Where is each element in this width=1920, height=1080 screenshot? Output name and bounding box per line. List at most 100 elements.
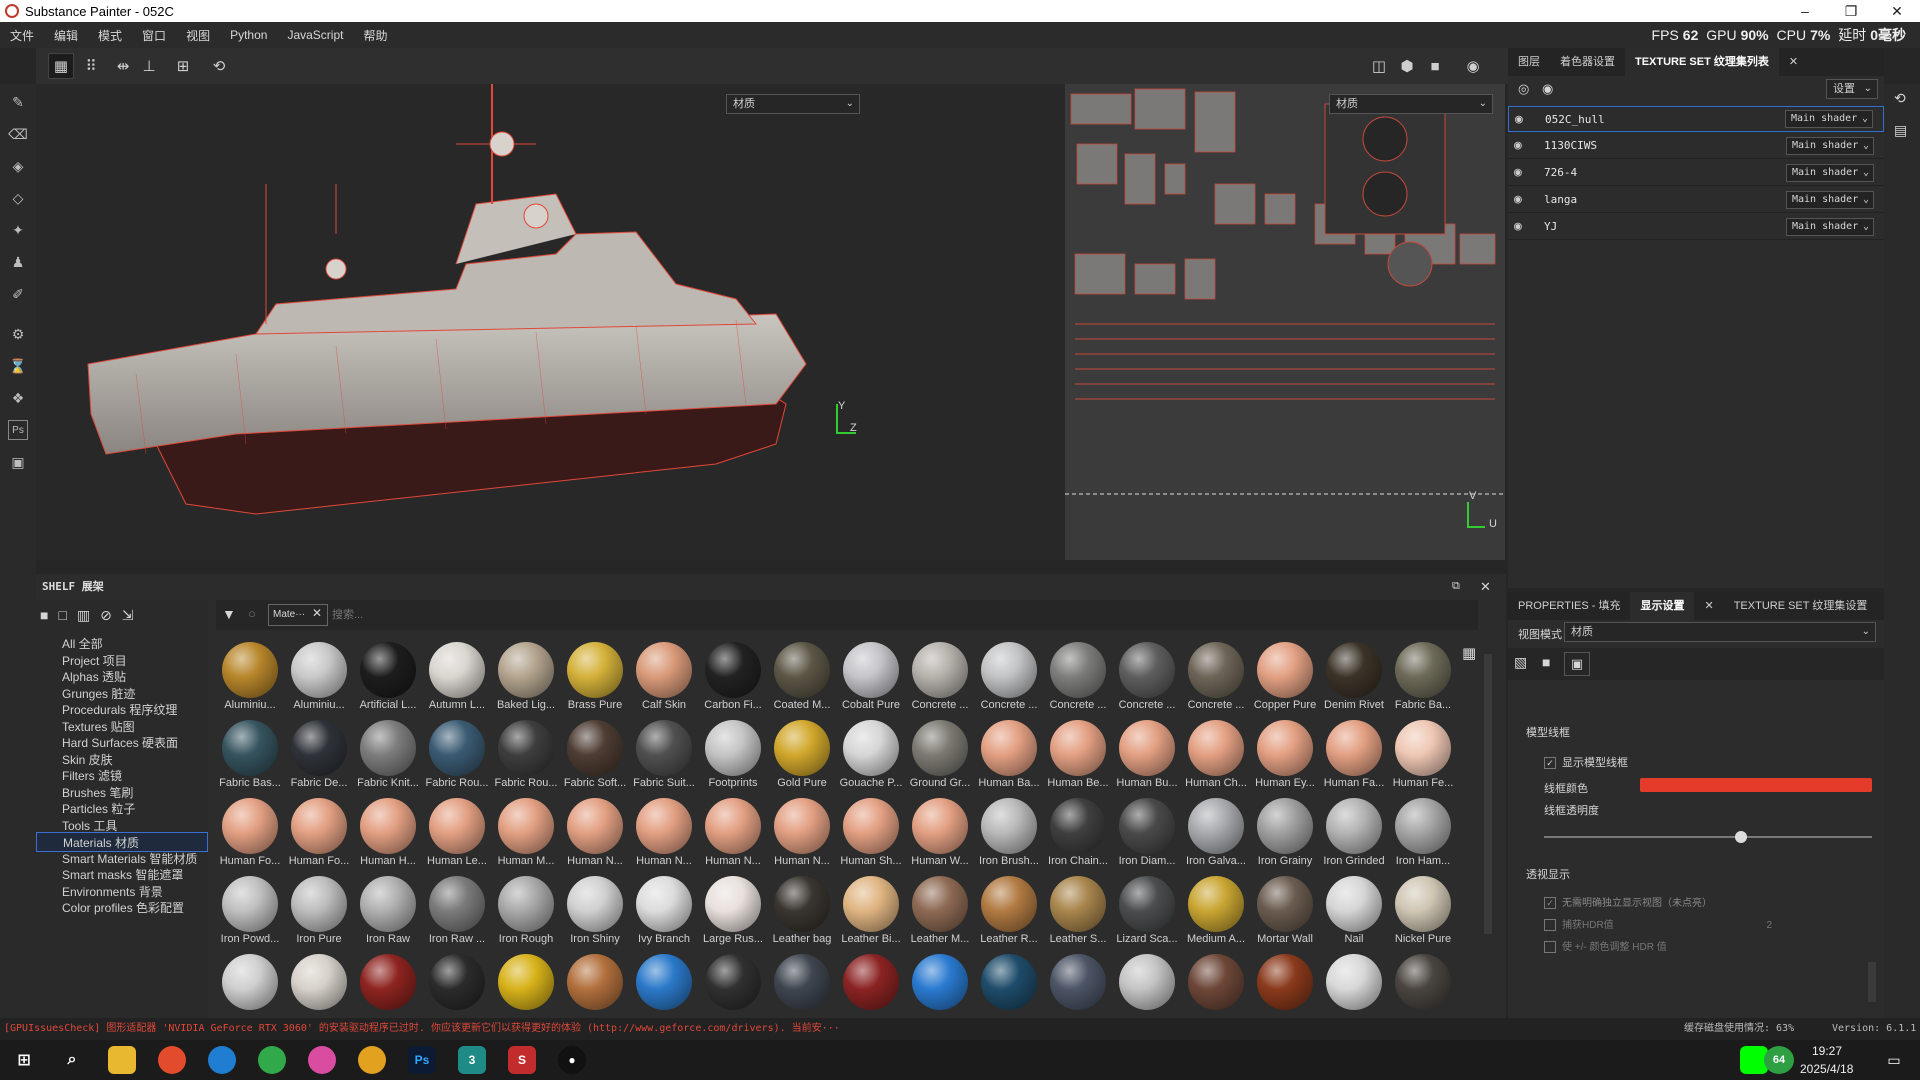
material-thumbnail[interactable]: Leather M...	[906, 876, 974, 954]
material-thumbnail[interactable]: Aluminiu...	[285, 642, 353, 720]
material-thumbnail[interactable]: Ivy Branch	[630, 876, 698, 954]
material-thumbnail[interactable]: Fabric Suit...	[630, 720, 698, 798]
material-thumbnail[interactable]: Fabric Ba...	[1389, 642, 1457, 720]
material-thumbnail[interactable]: Leather S...	[1044, 876, 1112, 954]
material-thumbnail[interactable]: Iron Ham...	[1389, 798, 1457, 876]
material-thumbnail[interactable]: Human W...	[906, 798, 974, 876]
material-thumbnail[interactable]: Human H...	[354, 798, 422, 876]
material-thumbnail[interactable]	[1044, 954, 1112, 1018]
visibility-eye-icon[interactable]: ◉	[1515, 112, 1537, 127]
clone-icon[interactable]: ♟	[8, 252, 28, 272]
visibility-eye-icon[interactable]: ◉	[1514, 138, 1536, 153]
shader-dropdown[interactable]: Main shader ⌄	[1786, 163, 1874, 182]
show-wireframe-checkbox[interactable]: ✓ 显示模型线框	[1544, 754, 1628, 770]
tab-display-settings[interactable]: 显示设置	[1630, 592, 1695, 620]
material-thumbnail[interactable]: Concrete ...	[1182, 642, 1250, 720]
archive-icon[interactable]: ▥	[77, 607, 90, 624]
slider-handle[interactable]	[1734, 831, 1747, 843]
material-thumbnail[interactable]: Gold Pure	[768, 720, 836, 798]
material-thumbnail[interactable]: Ground Gr...	[906, 720, 974, 798]
windows-start-icon[interactable]: ⊞	[10, 1046, 38, 1074]
tab-texture-set-settings[interactable]: TEXTURE SET 纹理集设置	[1724, 592, 1878, 620]
qq-icon[interactable]: ●	[558, 1046, 586, 1074]
show-all-icon[interactable]: ◉	[1542, 81, 1553, 97]
material-thumbnail[interactable]	[285, 954, 353, 1018]
material-thumbnail[interactable]: Mortar Wall	[1251, 876, 1319, 954]
material-thumbnail[interactable]: Nickel Pure	[1389, 876, 1457, 954]
material-thumbnail[interactable]: Footprints	[699, 720, 767, 798]
tab-texture-set-list[interactable]: TEXTURE SET 纹理集列表	[1625, 48, 1779, 76]
material-thumbnail[interactable]	[1389, 954, 1457, 1018]
material-thumbnail[interactable]: Iron Galva...	[1182, 798, 1250, 876]
material-thumbnail[interactable]: Aluminiu...	[216, 642, 284, 720]
close-tab-icon[interactable]: ✕	[1694, 592, 1723, 620]
hide-all-icon[interactable]: ◎	[1518, 81, 1529, 97]
frame-icon[interactable]: ▣	[1564, 652, 1590, 676]
filter-icon[interactable]: ▼	[222, 606, 236, 622]
menu-python[interactable]: Python	[220, 28, 277, 42]
material-thumbnail[interactable]: Human N...	[561, 798, 629, 876]
menu-window[interactable]: 窗口	[132, 27, 176, 44]
material-thumbnail[interactable]: Medium A...	[1182, 876, 1250, 954]
material-thumbnail[interactable]: Cobalt Pure	[837, 642, 905, 720]
material-thumbnail[interactable]: Iron Grainy	[1251, 798, 1319, 876]
menu-view[interactable]: 视图	[176, 27, 220, 44]
material-thumbnail[interactable]	[630, 954, 698, 1018]
folder-icon[interactable]: ■	[40, 607, 48, 623]
material-thumbnail[interactable]	[354, 954, 422, 1018]
material-thumbnail[interactable]	[975, 954, 1043, 1018]
material-thumbnail[interactable]: Human Bu...	[1113, 720, 1181, 798]
close-button[interactable]: ✕	[1874, 0, 1920, 22]
material-thumbnail[interactable]: Iron Raw ...	[423, 876, 491, 954]
material-thumbnail[interactable]: Denim Rivet	[1320, 642, 1388, 720]
viewport-2d-uv[interactable]: 材质 ⌄ V U	[1065, 84, 1505, 560]
float-panel-icon[interactable]: ⧉	[1452, 580, 1460, 593]
material-thumbnail[interactable]: Baked Lig...	[492, 642, 560, 720]
material-thumbnail[interactable]: Brass Pure	[561, 642, 629, 720]
material-thumbnail[interactable]: Copper Pure	[1251, 642, 1319, 720]
shader-dropdown[interactable]: Main shader ⌄	[1786, 190, 1874, 209]
material-thumbnail[interactable]: Large Rus...	[699, 876, 767, 954]
notification-icon[interactable]: ▭	[1880, 1046, 1908, 1074]
symmetry-icon[interactable]: ⇹	[110, 53, 136, 79]
texture-set-row[interactable]: ◉ YJ Main shader ⌄	[1508, 214, 1884, 240]
material-thumbnail[interactable]: Human N...	[699, 798, 767, 876]
material-thumbnail[interactable]: Leather R...	[975, 876, 1043, 954]
frame-icon[interactable]: ⊞	[170, 53, 196, 79]
material-thumbnail[interactable]: Iron Powd...	[216, 876, 284, 954]
smudge-icon[interactable]: ✦	[8, 220, 28, 240]
material-thumbnail[interactable]	[423, 954, 491, 1018]
history-panel-icon[interactable]: ⟲	[1894, 90, 1906, 107]
material-thumbnail[interactable]: Iron Grinded	[1320, 798, 1388, 876]
badge-icon[interactable]: 64	[1764, 1046, 1794, 1074]
close-shelf-icon[interactable]: ✕	[1480, 579, 1491, 595]
transparency-option-2[interactable]: 捕获HDR值 2	[1544, 916, 1772, 932]
properties-scrollbar[interactable]	[1868, 962, 1876, 1002]
material-thumbnail[interactable]: Autumn L...	[423, 642, 491, 720]
bake-icon[interactable]: ⌛	[8, 356, 28, 376]
material-thumbnail[interactable]: Human N...	[768, 798, 836, 876]
camera-icon[interactable]: ■	[1542, 654, 1550, 670]
screenshot-icon[interactable]: ◉	[1460, 53, 1486, 79]
align-icon[interactable]: ⊥	[136, 53, 162, 79]
material-thumbnail[interactable]	[906, 954, 974, 1018]
new-folder-icon[interactable]: □	[58, 607, 66, 623]
material-thumbnail[interactable]: Fabric De...	[285, 720, 353, 798]
material-thumbnail[interactable]: Calf Skin	[630, 642, 698, 720]
texture-set-row[interactable]: ◉ 1130CIWS Main shader ⌄	[1508, 133, 1884, 159]
material-thumbnail[interactable]: Concrete ...	[1044, 642, 1112, 720]
material-thumbnail[interactable]	[837, 954, 905, 1018]
settings-icon[interactable]: ⚙	[8, 324, 28, 344]
projection-icon[interactable]: ◈	[8, 156, 28, 176]
photoshop-taskbar-icon[interactable]: Ps	[408, 1046, 436, 1074]
material-thumbnail[interactable]: Human Fo...	[285, 798, 353, 876]
viewport-3d[interactable]: 材质 ⌄ Y Z	[36, 84, 1065, 560]
history-icon[interactable]: ⟲	[206, 53, 232, 79]
material-thumbnail[interactable]: Leather bag	[768, 876, 836, 954]
chrome-icon[interactable]	[358, 1046, 386, 1074]
search-input[interactable]	[332, 604, 1432, 626]
material-thumbnail[interactable]	[1320, 954, 1388, 1018]
visibility-eye-icon[interactable]: ◉	[1514, 192, 1536, 207]
minimize-button[interactable]: –	[1782, 0, 1828, 22]
material-thumbnail[interactable]: Human Le...	[423, 798, 491, 876]
